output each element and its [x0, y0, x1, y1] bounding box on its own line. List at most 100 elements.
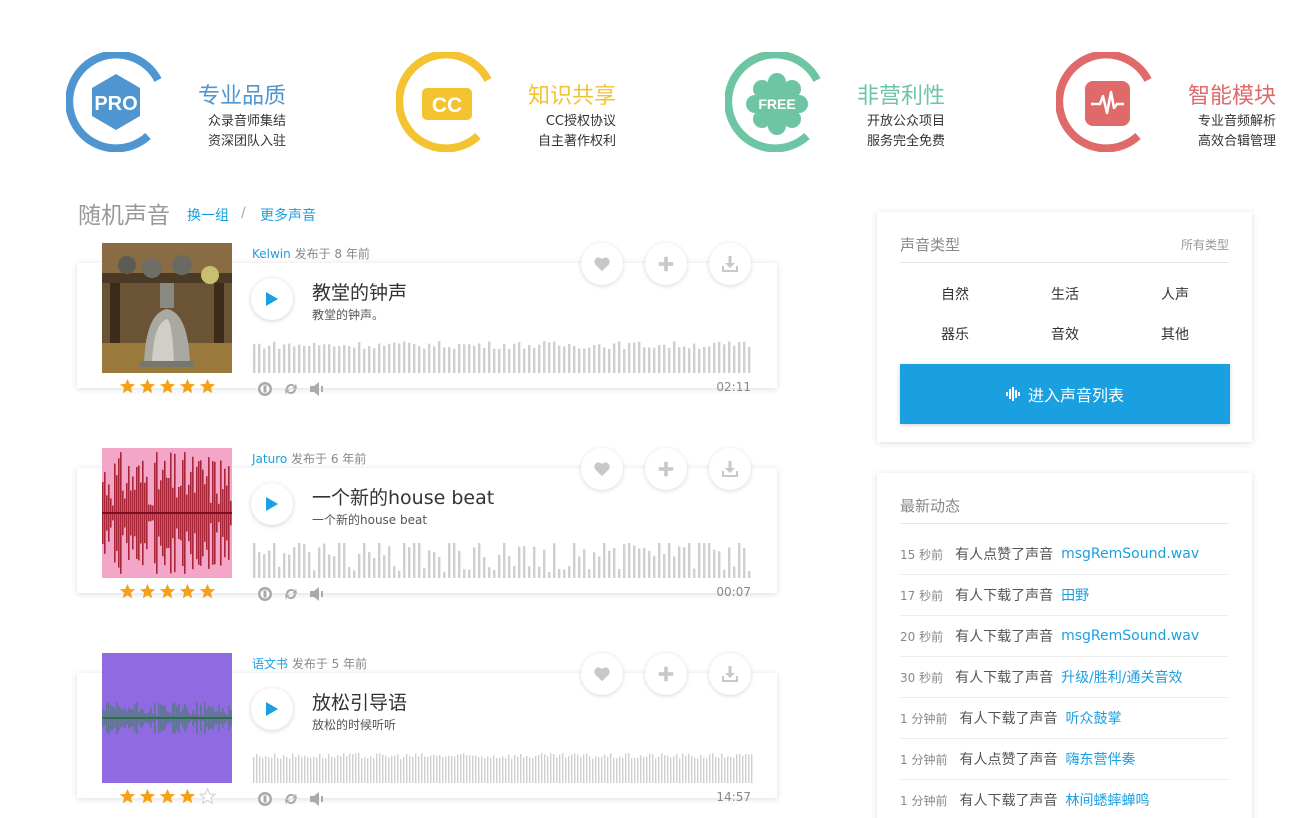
activity-sound-link[interactable]: 嗨东营伴奏: [1065, 749, 1135, 769]
loop-icon[interactable]: [283, 586, 299, 602]
sound-duration: 02:11: [716, 380, 751, 394]
activity-time: 17 秒前: [900, 588, 944, 603]
play-icon: [266, 292, 278, 306]
download-icon: [722, 461, 738, 477]
cover-image[interactable]: [102, 653, 232, 783]
all-types-link[interactable]: 所有类型: [1181, 236, 1229, 253]
sound-description: 教堂的钟声。: [312, 308, 385, 322]
volume-icon[interactable]: [309, 586, 325, 602]
playback-controls: [257, 381, 325, 397]
star-icon: [139, 788, 156, 804]
enter-sound-list-button[interactable]: 进入声音列表: [900, 364, 1230, 424]
mono-icon[interactable]: [257, 586, 273, 602]
loop-icon[interactable]: [283, 791, 299, 807]
refresh-link[interactable]: 换一组: [187, 205, 229, 225]
mono-icon[interactable]: [257, 381, 273, 397]
add-button[interactable]: [645, 448, 687, 490]
playback-controls: [257, 586, 325, 602]
play-button[interactable]: [251, 278, 293, 320]
feature-line: CC授权协议: [545, 114, 616, 129]
activity-time: 1 分钟前: [900, 793, 948, 808]
loop-icon[interactable]: [283, 381, 299, 397]
sound-meta: Jaturo 发布于 6 年前: [252, 450, 366, 467]
feature-line: 开放公众项目: [866, 114, 945, 129]
play-button[interactable]: [251, 688, 293, 730]
category-instrument[interactable]: 器乐: [925, 324, 985, 344]
sound-duration: 14:57: [716, 790, 751, 804]
download-button[interactable]: [709, 653, 751, 695]
cover-image[interactable]: [102, 448, 232, 578]
like-button[interactable]: [581, 448, 623, 490]
star-icon: [179, 378, 196, 394]
sound-actions: [581, 448, 751, 490]
sound-title[interactable]: 一个新的house beat: [312, 483, 494, 510]
posted-time: 发布于 5 年前: [291, 657, 368, 671]
activity-sound-link[interactable]: 升级/胜利/通关音效: [1061, 667, 1182, 687]
download-button[interactable]: [709, 448, 751, 490]
playback-controls: [257, 791, 325, 807]
category-voice[interactable]: 人声: [1145, 284, 1205, 304]
activity-sound-link[interactable]: 田野: [1061, 585, 1089, 605]
section-title: 随机声音: [78, 203, 170, 229]
category-effects[interactable]: 音效: [1035, 324, 1095, 344]
svg-text:FREE: FREE: [758, 96, 795, 112]
sound-duration: 00:07: [716, 585, 751, 599]
plus-icon: [658, 461, 674, 477]
volume-icon[interactable]: [309, 381, 325, 397]
rating-stars: [119, 788, 216, 805]
sound-actions: [581, 243, 751, 285]
download-button[interactable]: [709, 243, 751, 285]
sound-description: 一个新的house beat: [312, 513, 428, 527]
activity-sound-link[interactable]: msgRemSound.wav: [1061, 628, 1199, 644]
activity-time: 30 秒前: [900, 670, 944, 685]
svg-text:PRO: PRO: [94, 93, 137, 115]
heart-icon: [594, 257, 610, 272]
sound-types-panel: 声音类型 所有类型 自然 生活 人声 器乐 音效 其他 进入声音列表: [877, 212, 1252, 442]
add-button[interactable]: [645, 243, 687, 285]
author-link[interactable]: Kelwin: [252, 247, 291, 261]
add-button[interactable]: [645, 653, 687, 695]
activity-action: 有人下载了声音: [959, 711, 1058, 727]
download-icon: [722, 256, 738, 272]
category-other[interactable]: 其他: [1145, 324, 1205, 344]
pulse-icon: [1056, 52, 1152, 152]
activity-item: 1 分钟前 有人下载了声音 林间蟋蟀蝉鸣: [900, 780, 1229, 818]
star-icon: [179, 583, 196, 599]
activity-sound-link[interactable]: 林间蟋蟀蝉鸣: [1065, 790, 1149, 810]
like-button[interactable]: [581, 243, 623, 285]
author-link[interactable]: Jaturo: [252, 452, 287, 466]
activity-item: 20 秒前 有人下载了声音 msgRemSound.wav: [900, 616, 1229, 657]
activity-time: 1 分钟前: [900, 752, 948, 767]
mono-icon[interactable]: [257, 791, 273, 807]
category-life[interactable]: 生活: [1035, 284, 1095, 304]
sound-card: Kelwin 发布于 8 年前 教堂的钟声 教堂的钟声。 02:11: [77, 243, 777, 423]
sound-card: 语文书 发布于 5 年前 放松引导语 放松的时候听听 14:57: [77, 653, 777, 818]
svg-text:CC: CC: [432, 94, 462, 117]
rating-stars: [119, 583, 216, 600]
feature-line: 自主著作权利: [537, 134, 616, 149]
sound-card: Jaturo 发布于 6 年前 一个新的house beat 一个新的house…: [77, 448, 777, 628]
feature-line: 资深团队入驻: [207, 134, 286, 149]
separator: /: [241, 205, 246, 221]
feature-title: 非营利性: [856, 84, 945, 109]
activity-item: 17 秒前 有人下载了声音 田野: [900, 575, 1229, 616]
cover-image[interactable]: [102, 243, 232, 373]
free-badge-icon: FREE: [725, 52, 821, 152]
volume-icon[interactable]: [309, 791, 325, 807]
sound-title[interactable]: 放松引导语: [312, 688, 407, 715]
waveform[interactable]: [253, 748, 753, 783]
like-button[interactable]: [581, 653, 623, 695]
category-nature[interactable]: 自然: [925, 284, 985, 304]
play-button[interactable]: [251, 483, 293, 525]
feature-title: 知识共享: [527, 84, 616, 109]
activity-sound-link[interactable]: 听众鼓掌: [1065, 708, 1121, 728]
star-icon: [119, 583, 136, 599]
activity-sound-link[interactable]: msgRemSound.wav: [1061, 546, 1199, 562]
feature-line: 专业音频解析: [1197, 114, 1276, 129]
more-sounds-link[interactable]: 更多声音: [260, 205, 316, 225]
sound-title[interactable]: 教堂的钟声: [312, 278, 407, 305]
waveform[interactable]: [253, 338, 753, 373]
waveform[interactable]: [253, 543, 753, 578]
feature-title: 专业品质: [197, 84, 286, 109]
author-link[interactable]: 语文书: [252, 657, 288, 671]
